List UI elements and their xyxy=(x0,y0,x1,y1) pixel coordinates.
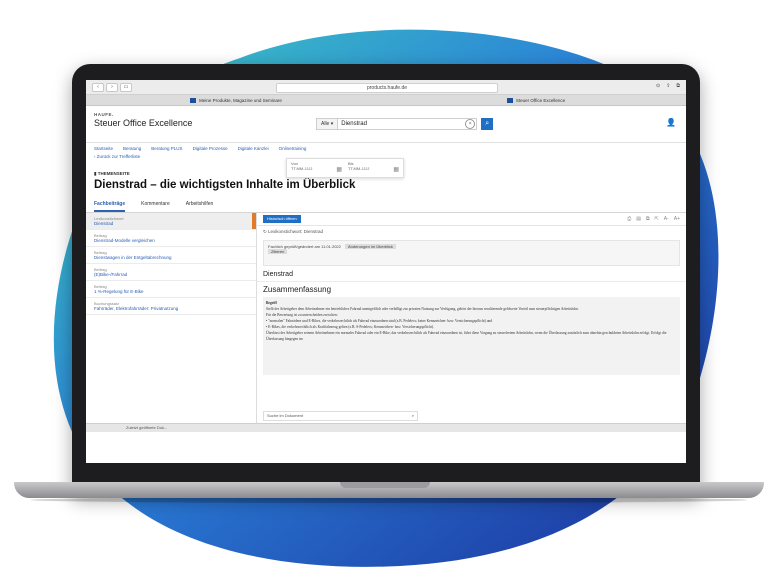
calendar-icon[interactable]: ▦ xyxy=(393,166,399,173)
section-heading: Zusammenfassung xyxy=(263,285,332,294)
calendar-icon[interactable]: ▦ xyxy=(336,166,342,173)
document-search-input[interactable]: Suche im Dokument ⌕ xyxy=(263,411,418,421)
download-icon[interactable]: ⊙ xyxy=(656,83,660,89)
list-item[interactable]: Beitrag 1 %-Regelung für E-Bike xyxy=(86,281,256,298)
lexikon-link[interactable]: ↻ Lexikonstichwort: Dienstrad xyxy=(257,226,686,238)
sidebar-icon[interactable]: ▭ xyxy=(120,83,132,92)
font-increase-icon[interactable]: A+ xyxy=(674,216,680,222)
favicon-icon xyxy=(190,97,197,103)
print-icon[interactable]: ⎙ xyxy=(627,216,631,222)
search-bar: Alle ▾ Dienstrad × ⌕ xyxy=(316,118,494,130)
forward-arrow-icon[interactable]: › xyxy=(106,83,118,92)
back-arrow-icon[interactable]: ‹ xyxy=(92,83,104,92)
result-list: Lexikonstichwort Dienstrad Beitrag Diens… xyxy=(86,213,257,423)
copy-icon[interactable]: ⧉ xyxy=(646,216,650,222)
nav-item-startseite[interactable]: Startseite xyxy=(94,146,113,151)
brand-logo: HAUFE. xyxy=(94,112,114,117)
save-icon[interactable]: ▤ xyxy=(636,216,641,222)
tab-arbeitshilfen[interactable]: Arbeitshilfen xyxy=(186,201,214,212)
page-title: Dienstrad – die wichtigsten Inhalte im Ü… xyxy=(94,179,356,191)
list-item[interactable]: Lexikonstichwort Dienstrad xyxy=(86,213,256,230)
main-nav: Startseite Beratung Beratung PLUS Digita… xyxy=(86,143,686,153)
list-item[interactable]: Beitrag Dienstrad-Modelle vergleichen xyxy=(86,230,256,247)
list-item[interactable]: Beitrag (E)Bike-/Fahrrad xyxy=(86,264,256,281)
search-input[interactable]: Dienstrad xyxy=(338,118,478,130)
share-icon[interactable]: ⇪ xyxy=(666,83,670,89)
export-icon[interactable]: ⇱ xyxy=(655,216,659,222)
date-to-field[interactable]: Bis TT.MM.JJJJ ▦ xyxy=(348,161,399,175)
app-header: HAUFE. Steuer Office Excellence Alle ▾ D… xyxy=(86,106,686,143)
user-icon[interactable]: 👤 xyxy=(666,118,676,128)
browser-tabs: Meine Produkte, Magazine und Seminare St… xyxy=(86,95,686,106)
tabs-icon[interactable]: ⧉ xyxy=(676,83,680,89)
font-decrease-icon[interactable]: A- xyxy=(664,216,669,222)
status-bar: Zuletzt geöffnete Dok... xyxy=(86,423,686,432)
cite-chip[interactable]: Zitieren xyxy=(268,249,288,254)
nav-item-onlinetraining[interactable]: Onlinetraining xyxy=(279,146,307,151)
nav-item-digitale-prozesse[interactable]: Digitale Prozesse xyxy=(193,146,228,151)
browser-toolbar: ‹ › ▭ products.haufe.de ⊙ ⇪ ⧉ xyxy=(86,80,686,95)
browser-tab-2[interactable]: Steuer Office Excellence xyxy=(386,95,686,105)
section-heading: Dienstrad xyxy=(257,268,686,282)
content-tabs: Fachbeiträge Kommentare Arbeitshilfen xyxy=(86,201,686,213)
nav-item-digitale-kanzlei[interactable]: Digitale Kanzlei xyxy=(238,146,269,151)
review-notice: Fachlich geprüft/geändert am 11.01.2022 … xyxy=(263,240,680,266)
search-icon: ⌕ xyxy=(411,413,414,418)
tab-fachbeitraege[interactable]: Fachbeiträge xyxy=(94,201,126,212)
active-marker xyxy=(252,213,256,229)
favicon-icon xyxy=(506,97,513,103)
open-historic-button[interactable]: Historisch öffnen xyxy=(263,215,301,223)
address-bar[interactable]: products.haufe.de xyxy=(276,83,498,93)
screen: ‹ › ▭ products.haufe.de ⊙ ⇪ ⧉ Meine Prod… xyxy=(86,80,686,463)
list-item[interactable]: Beitrag Dienstwagen in der Entgeltabrech… xyxy=(86,247,256,264)
nav-item-beratung-plus[interactable]: Beratung PLUS xyxy=(151,146,182,151)
document-toolbar: Historisch öffnen ⎙ ▤ ⧉ ⇱ A- A+ xyxy=(257,213,686,226)
date-from-field[interactable]: Von TT.MM.JJJJ ▦ xyxy=(291,161,342,175)
laptop-notch xyxy=(340,482,430,488)
document-text: Begriff Stellt der Arbeitgeber dem Arbei… xyxy=(263,297,680,375)
changes-chip[interactable]: Änderungen im Überblick xyxy=(345,244,396,249)
body-area: Lexikonstichwort Dienstrad Beitrag Diens… xyxy=(86,213,686,423)
search-button[interactable]: ⌕ xyxy=(481,118,494,130)
product-name: Steuer Office Excellence xyxy=(94,118,193,128)
tab-kommentare[interactable]: Kommentare xyxy=(141,201,170,212)
search-scope-select[interactable]: Alle ▾ xyxy=(316,118,339,130)
document-pane: Historisch öffnen ⎙ ▤ ⧉ ⇱ A- A+ ↻ Lexiko… xyxy=(257,213,686,423)
date-filter-popup: Von TT.MM.JJJJ ▦ Bis TT.MM.JJJJ ▦ xyxy=(286,158,404,178)
list-item[interactable]: Buchungssatz Fahrräder, Elektrofahrräder… xyxy=(86,298,256,315)
nav-item-beratung[interactable]: Beratung xyxy=(123,146,141,151)
browser-tab-1[interactable]: Meine Produkte, Magazine und Seminare xyxy=(86,95,386,105)
